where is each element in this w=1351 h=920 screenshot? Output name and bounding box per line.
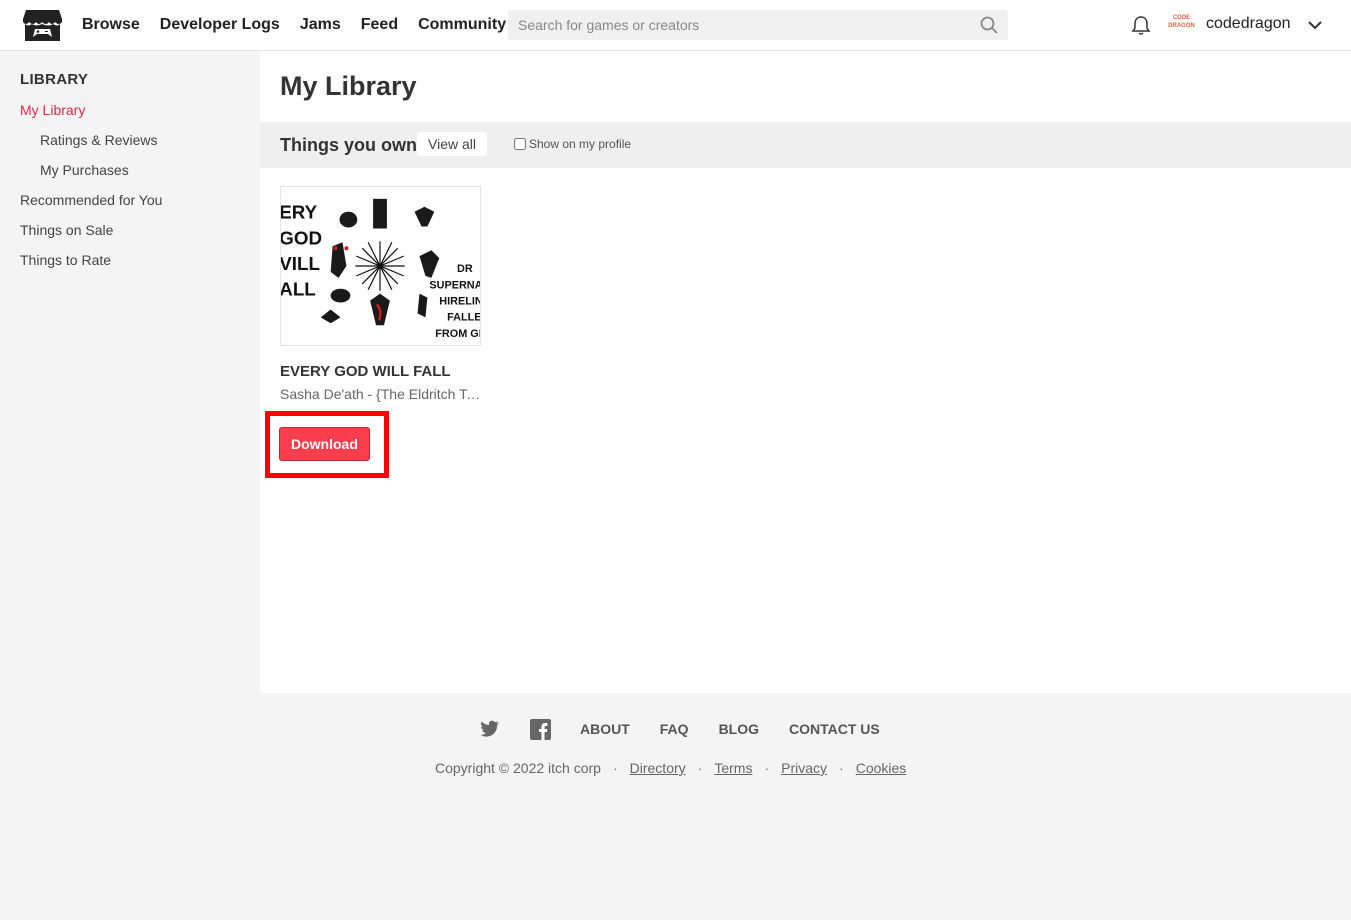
footer-faq-link[interactable]: FAQ	[660, 721, 689, 737]
sidebar-item-ratings-reviews[interactable]: Ratings & Reviews	[40, 132, 158, 148]
show-on-profile-checkbox[interactable]	[514, 138, 526, 150]
sidebar: LIBRARY My Library Ratings & Reviews My …	[0, 51, 260, 693]
cover-text-right-3: HIRELING	[439, 296, 481, 308]
username[interactable]: codedragon	[1206, 15, 1291, 33]
cover-text-right-4: FALLEN	[447, 311, 481, 323]
avatar[interactable]: CODE DRAGON	[1168, 14, 1195, 34]
separator: ·	[839, 760, 844, 776]
itchio-logo-icon[interactable]	[22, 7, 63, 44]
footer-cookies-link[interactable]: Cookies	[856, 760, 907, 776]
page-title: My Library	[280, 71, 417, 101]
footer-about-link[interactable]: ABOUT	[580, 721, 630, 737]
footer-directory-link[interactable]: Directory	[630, 760, 686, 776]
footer-links: ABOUT FAQ BLOG CONTACT US	[480, 716, 910, 742]
footer-copyright: Copyright © 2022 itch corp · Directory ·…	[435, 760, 906, 776]
sidebar-item-things-to-rate[interactable]: Things to Rate	[20, 252, 111, 268]
show-on-profile-toggle[interactable]: Show on my profile	[514, 137, 631, 151]
cover-text-right-1: DR	[457, 263, 473, 275]
facebook-icon[interactable]	[530, 718, 551, 740]
separator: ·	[612, 760, 618, 776]
notifications-bell-icon[interactable]	[1130, 14, 1152, 36]
search-bar	[508, 10, 1008, 40]
cover-text-left-1: ERY	[280, 202, 318, 223]
sidebar-item-my-library[interactable]: My Library	[20, 102, 85, 118]
twitter-icon[interactable]	[480, 720, 500, 738]
cover-text-left-4: ALL	[280, 279, 316, 300]
cover-text-right-5: FROM GRA	[435, 328, 481, 340]
game-cover-image[interactable]: ERY GOD VILL ALL DR SUPERNATU HIRELING F…	[279, 186, 496, 346]
game-title[interactable]: EVERY GOD WILL FALL	[280, 363, 481, 380]
sidebar-item-my-purchases[interactable]: My Purchases	[40, 162, 129, 178]
chevron-down-icon[interactable]	[1306, 16, 1324, 34]
game-card: ERY GOD VILL ALL DR SUPERNATU HIRELING F…	[279, 186, 496, 402]
show-on-profile-label: Show on my profile	[529, 137, 632, 151]
sidebar-item-things-on-sale[interactable]: Things on Sale	[20, 222, 113, 238]
nav-feed[interactable]: Feed	[361, 16, 398, 34]
cover-text-left-2: GOD	[280, 227, 322, 248]
sidebar-item-recommended[interactable]: Recommended for You	[20, 192, 162, 208]
cover-star-icon	[355, 241, 405, 291]
nav-browse[interactable]: Browse	[82, 16, 140, 34]
footer-contact-link[interactable]: CONTACT US	[789, 721, 880, 737]
top-header: Browse Developer Logs Jams Feed Communit…	[0, 0, 1351, 51]
sidebar-heading: LIBRARY	[20, 71, 89, 88]
search-icon[interactable]	[980, 16, 998, 34]
download-button[interactable]: Download	[279, 427, 370, 461]
game-author[interactable]: Sasha De'ath - {The Eldritch Tome}	[280, 386, 481, 402]
section-title: Things you own	[280, 135, 417, 155]
search-input[interactable]	[508, 17, 1008, 33]
main-content: My Library Things you own View all Show …	[260, 51, 1351, 693]
footer-blog-link[interactable]: BLOG	[719, 721, 759, 737]
separator: ·	[697, 760, 703, 776]
cover-text-right-2: SUPERNATU	[429, 280, 481, 292]
nav-jams[interactable]: Jams	[300, 16, 341, 34]
footer-privacy-link[interactable]: Privacy	[781, 760, 827, 776]
nav-community[interactable]: Community	[418, 16, 506, 34]
view-all-button[interactable]: View all	[417, 132, 487, 156]
things-you-own-bar: Things you own View all Show on my profi…	[260, 122, 1351, 168]
main-nav: Browse Developer Logs Jams Feed Communit…	[82, 0, 526, 50]
copyright-text: Copyright © 2022 itch corp	[435, 760, 601, 776]
nav-developer-logs[interactable]: Developer Logs	[160, 16, 280, 34]
cover-text-left-3: VILL	[280, 253, 320, 274]
separator: ·	[764, 760, 770, 776]
download-highlight-box: Download	[265, 411, 389, 478]
footer-terms-link[interactable]: Terms	[714, 760, 752, 776]
